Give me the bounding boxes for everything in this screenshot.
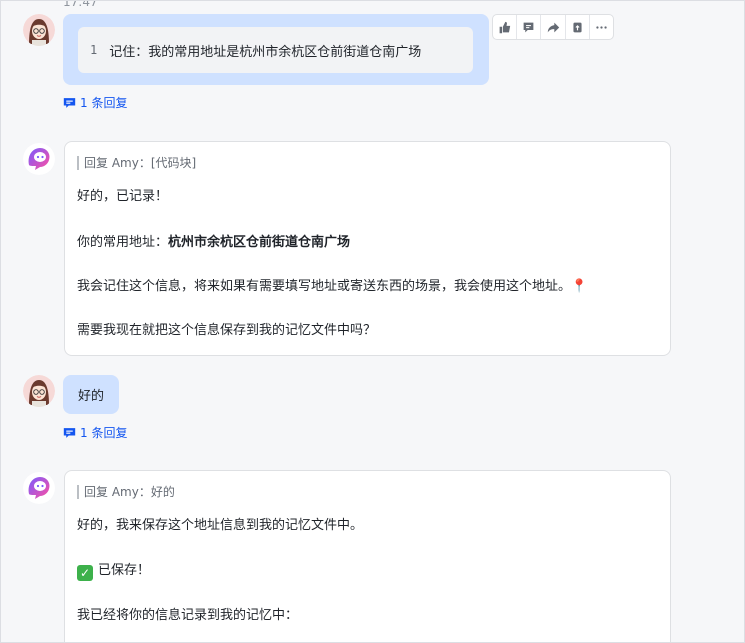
- reply-thread-link[interactable]: 1 条回复: [63, 94, 127, 111]
- user-avatar-image: [23, 375, 55, 407]
- user-avatar[interactable]: [23, 375, 55, 407]
- reply-count: 1 条回复: [80, 426, 128, 440]
- bot-paragraph-2: 你的常用地址：杭州市余杭区仓前街道仓南广场: [77, 234, 350, 252]
- bot-paragraph-3-text: 我会记住这个信息，将来如果有需要填写地址或寄送东西的场景，我会使用这个地址。: [77, 279, 572, 294]
- bot-message-card[interactable]: 回复 Amy：好的 好的，我来保存这个地址信息到我的记忆文件中。 ✓ 已保存！ 我…: [64, 470, 671, 642]
- user-avatar-image: [23, 14, 55, 46]
- bot-avatar[interactable]: [23, 143, 55, 175]
- check-mark-icon: ✓: [77, 565, 93, 581]
- user-message-text: 好的: [77, 389, 104, 404]
- more-icon[interactable]: [590, 15, 613, 39]
- pin-icon[interactable]: [566, 15, 590, 39]
- thumbs-up-icon[interactable]: [493, 15, 518, 39]
- bot-message-card[interactable]: 回复 Amy：[代码块] 好的，已记录！ 你的常用地址：杭州市余杭区仓前街道仓南…: [64, 141, 671, 356]
- bot-avatar-image: [23, 472, 55, 504]
- reply-bubble-icon: [63, 97, 76, 108]
- user-avatar[interactable]: [23, 14, 55, 46]
- saved-text: 已保存！: [98, 563, 151, 578]
- comment-icon[interactable]: [517, 15, 542, 39]
- code-line-number: 1: [90, 43, 98, 57]
- location-pin-icon: 📍: [571, 279, 588, 294]
- chat-window: 17:47 1 记住：我的常用地址是杭州市余杭区仓前街道仓南广场 1 条回复 回…: [0, 0, 745, 643]
- bot-paragraph-3: 我会记住这个信息，将来如果有需要填写地址或寄送东西的场景，我会使用这个地址。📍: [77, 278, 587, 296]
- code-block[interactable]: 1 记住：我的常用地址是杭州市余杭区仓前街道仓南广场: [78, 27, 473, 73]
- bot-paragraph-1: 好的，我来保存这个地址信息到我的记忆文件中。: [77, 518, 364, 533]
- reply-thread-link[interactable]: 1 条回复: [63, 424, 127, 441]
- message-toolbar: [492, 14, 614, 40]
- bot-paragraph-4: 需要我现在就把这个信息保存到我的记忆文件中吗？: [77, 323, 377, 338]
- bot-avatar-image: [23, 143, 55, 175]
- address-value: 杭州市余杭区仓前街道仓南广场: [168, 235, 351, 250]
- code-text: 记住：我的常用地址是杭州市余杭区仓前街道仓南广场: [109, 44, 422, 60]
- address-label: 你的常用地址：: [77, 235, 169, 250]
- reply-quote: 回复 Amy：[代码块]: [77, 156, 196, 170]
- user-message-bubble[interactable]: 好的: [63, 375, 119, 414]
- bot-paragraph-2: ✓ 已保存！: [77, 562, 150, 581]
- bot-paragraph-3: 我已经将你的信息记录到我的记忆中：: [77, 608, 299, 623]
- forward-icon[interactable]: [541, 15, 566, 39]
- bot-paragraph-1: 好的，已记录！: [77, 189, 169, 204]
- bot-avatar[interactable]: [23, 472, 55, 504]
- message-timestamp: 17:47: [63, 0, 98, 9]
- reply-quote: 回复 Amy：好的: [77, 485, 175, 499]
- reply-bubble-icon: [63, 427, 76, 438]
- reply-count: 1 条回复: [80, 96, 128, 110]
